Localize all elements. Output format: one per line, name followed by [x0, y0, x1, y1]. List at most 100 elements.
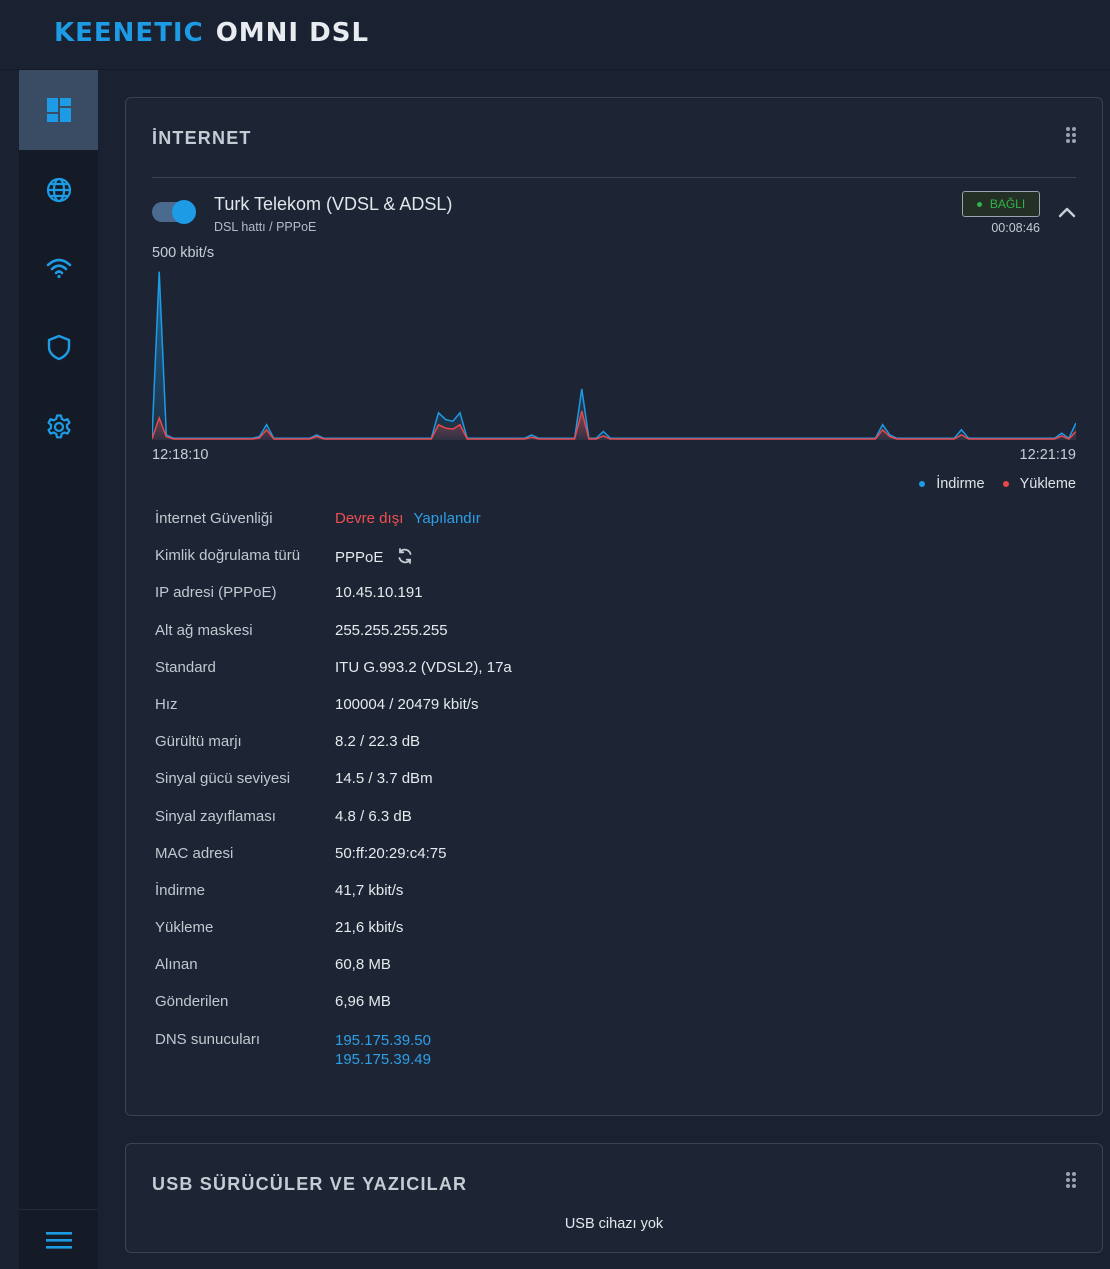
info-label: Gönderilen [155, 993, 229, 1011]
status-dot-icon [976, 201, 982, 207]
sidebar-item-dashboard[interactable] [19, 70, 98, 150]
drag-handle-icon[interactable] [1064, 1170, 1078, 1190]
chart-x-start-label: 12:18:10 [152, 447, 209, 463]
info-label: İnternet Güvenliği [155, 510, 273, 527]
internet-card: İNTERNET Turk Telekom (VDSL & ADSL) DSL … [125, 97, 1103, 1116]
sidebar-item-settings[interactable] [19, 387, 98, 467]
configure-link[interactable]: Yapılandır [414, 510, 481, 527]
info-label: Sinyal gücü seviyesi [155, 770, 291, 788]
connection-name: Turk Telekom (VDSL & ADSL) [214, 194, 453, 214]
info-label: Gürültü marjı [155, 733, 242, 751]
legend-upload-label: Yükleme [1019, 476, 1076, 492]
shield-icon [47, 334, 70, 361]
usb-card: USB SÜRÜCÜLER VE YAZICILAR USB cihazı yo… [125, 1143, 1103, 1253]
internet-card-title: İNTERNET [152, 128, 252, 148]
info-row-speed: Hız 100004 / 20479 kbit/s [155, 696, 1055, 733]
logo[interactable]: KEENETIC OMNI DSL [54, 18, 369, 48]
chart-area-download [152, 271, 1076, 440]
dashboard-icon [46, 98, 71, 122]
info-value: 100004 / 20479 kbit/s [335, 695, 479, 713]
status-text: BAĞLI [989, 197, 1026, 211]
info-label: DNS sunucuları [155, 1030, 261, 1048]
sidebar [19, 70, 98, 1269]
usb-card-title: USB SÜRÜCÜLER VE YAZICILAR [152, 1174, 468, 1194]
logo-brand: KEENETIC [54, 18, 204, 48]
info-value: 41,7 kbit/s [335, 881, 404, 899]
info-row-mask: Alt ağ maskesi 255.255.255.255 [155, 622, 1055, 659]
sidebar-item-wifi[interactable] [19, 228, 98, 308]
info-value: 8.2 / 22.3 dB [335, 733, 421, 751]
legend-item-upload: Yükleme [1002, 476, 1076, 492]
chart-y-max-label: 500 kbit/s [152, 245, 215, 261]
globe-icon [46, 177, 71, 203]
info-row-noise: Gürültü marjı 8.2 / 22.3 dB [155, 733, 1055, 770]
info-value: 255.255.255.255 [335, 621, 448, 639]
chart-line-upload [152, 410, 1076, 440]
legend-upload-dot-icon [1002, 481, 1009, 487]
sidebar-menu-toggle[interactable] [19, 1209, 98, 1269]
top-bar: KEENETIC OMNI DSL [0, 0, 1110, 70]
divider [152, 177, 1076, 178]
hamburger-icon [45, 1231, 72, 1249]
info-row-standard: Standard ITU G.993.2 (VDSL2), 17a [155, 659, 1055, 696]
info-value: 21,6 kbit/s [335, 919, 404, 937]
info-value: Devre dışı Yapılandır [335, 510, 481, 527]
wifi-icon [46, 258, 71, 279]
info-label: Yükleme [155, 919, 214, 937]
info-label: Kimlik doğrulama türü [155, 547, 301, 565]
status-badge: BAĞLI [962, 191, 1040, 217]
info-row-received: Alınan 60,8 MB [155, 956, 1055, 993]
info-row-dns: DNS sunucuları 195.175.39.50 195.175.39.… [155, 1031, 1055, 1077]
info-value: 6,96 MB [335, 993, 391, 1011]
info-value: 50:ff:20:29:c4:75 [335, 844, 447, 862]
info-label: Hız [155, 695, 178, 713]
info-row-ip: IP adresi (PPPoE) 10.45.10.191 [155, 584, 1055, 621]
connection-info: İnternet Güvenliği Devre dışı Yapılandır… [155, 510, 1055, 1077]
info-value: 14.5 / 3.7 dBm [335, 770, 433, 788]
security-status: Devre dışı [335, 510, 404, 527]
traffic-chart [152, 271, 1076, 440]
refresh-icon[interactable] [396, 547, 414, 565]
uptime: 00:08:46 [991, 221, 1040, 235]
connection-toggle[interactable] [152, 200, 196, 224]
info-label: Standard [155, 658, 216, 676]
dns-server-link[interactable]: 195.175.39.49 [335, 1050, 431, 1069]
info-value: 60,8 MB [335, 956, 391, 974]
info-row-auth: Kimlik doğrulama türü PPPoE [155, 547, 1055, 584]
info-value: 10.45.10.191 [335, 584, 423, 602]
legend-download-dot-icon [919, 481, 926, 487]
info-label: İndirme [155, 881, 206, 899]
info-row-signal: Sinyal gücü seviyesi 14.5 / 3.7 dBm [155, 770, 1055, 807]
chart-legend: İndirme Yükleme [901, 476, 1076, 492]
sidebar-item-internet[interactable] [19, 150, 98, 230]
info-row-security: İnternet Güvenliği Devre dışı Yapılandır [155, 510, 1055, 547]
drag-handle-icon[interactable] [1064, 125, 1078, 145]
info-row-mac: MAC adresi 50:ff:20:29:c4:75 [155, 845, 1055, 882]
usb-empty-message: USB cihazı yok [564, 1216, 664, 1232]
sidebar-item-security[interactable] [19, 307, 98, 387]
info-label: IP adresi (PPPoE) [155, 584, 277, 602]
info-label: Sinyal zayıflaması [155, 807, 276, 825]
chevron-up-icon[interactable] [1056, 202, 1078, 224]
chart-line-download [152, 271, 1076, 440]
gear-icon [46, 414, 71, 439]
info-label: Alt ağ maskesi [155, 621, 253, 639]
info-value: 4.8 / 6.3 dB [335, 807, 412, 825]
chart-x-end-label: 12:21:19 [1019, 447, 1076, 463]
dns-server-link[interactable]: 195.175.39.50 [335, 1031, 431, 1050]
info-value: ITU G.993.2 (VDSL2), 17a [335, 658, 512, 676]
info-row-upload: Yükleme 21,6 kbit/s [155, 919, 1055, 956]
info-label: Alınan [155, 956, 198, 974]
info-row-attenuation: Sinyal zayıflaması 4.8 / 6.3 dB [155, 808, 1055, 845]
dns-list: 195.175.39.50 195.175.39.49 [335, 1031, 431, 1069]
info-label: MAC adresi [155, 844, 234, 862]
legend-item-download: İndirme [919, 476, 985, 492]
legend-download-label: İndirme [936, 476, 985, 492]
info-value: PPPoE [335, 547, 414, 566]
auth-type: PPPoE [335, 549, 384, 567]
connection-subtitle: DSL hattı / PPPoE [214, 220, 317, 234]
logo-model: OMNI DSL [215, 18, 370, 48]
info-row-download: İndirme 41,7 kbit/s [155, 882, 1055, 919]
chart-area-upload [152, 411, 1076, 440]
info-row-sent: Gönderilen 6,96 MB [155, 993, 1055, 1030]
